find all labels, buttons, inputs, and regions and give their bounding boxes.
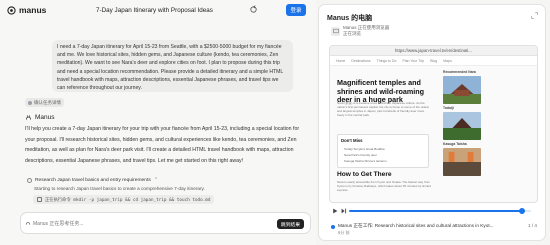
panel-title: Manus 的电脑 (327, 15, 373, 22)
thinking-icon (25, 222, 31, 225)
dont-miss-item: Nara Park's friendly deer (344, 153, 377, 157)
step-detail: Starting to research Japan travel basics… (34, 186, 205, 191)
status-chip: 确认任务详情 (25, 98, 64, 107)
dont-miss-item: Kasuga Taisha Shrine's lanterns (344, 159, 387, 163)
status-dot-icon (28, 100, 32, 105)
panel-task-line2: 正在浏览 (343, 31, 361, 36)
status-age: 6分 前 (338, 230, 350, 235)
computer-panel: Manus 的电脑 Manus 正在使用浏览器 正在浏览 https://www… (318, 4, 546, 241)
manus-logo-icon (7, 5, 16, 15)
site-nav-plan[interactable]: Plan Your Trip (402, 59, 424, 63)
agent-message: I'll help you create a 7-day Japan itine… (25, 126, 300, 164)
lantern-photo-image (443, 148, 481, 176)
step-counter[interactable]: 1 / 4 (528, 223, 537, 228)
logo[interactable]: manus (7, 5, 46, 15)
browser-view[interactable]: https://www.japan-travel.tv/en/destinati… (329, 45, 538, 203)
step-label: Research Japan travel basics and entry r… (35, 177, 151, 183)
progress-fill (349, 210, 522, 212)
sidebar-label: Kasuga Taisha (443, 142, 467, 146)
step-status-icon (27, 177, 32, 183)
progress-slider[interactable] (349, 208, 531, 214)
collapse-icon[interactable] (531, 12, 538, 19)
chevron-up-icon: ⌃ (153, 177, 159, 183)
input-status-text: Manus 正在思考任务... (33, 221, 84, 227)
site-nav-home[interactable]: Home (336, 59, 345, 63)
site-nav-blog[interactable]: Blog (430, 59, 437, 63)
dont-miss-box: Don't Miss Todaiji Temple's Great Buddha… (337, 134, 429, 168)
progress-knob[interactable] (518, 208, 525, 214)
site-nav-things[interactable]: Things to Do (377, 59, 397, 63)
site-nav-maps[interactable]: Maps (443, 59, 452, 63)
skip-icon[interactable] (341, 208, 347, 214)
replay-controls (329, 205, 538, 217)
temple-photo-image (443, 76, 481, 104)
logo-text: manus (19, 5, 47, 15)
browser-icon (331, 26, 340, 36)
play-icon[interactable] (332, 208, 338, 214)
panel-status[interactable]: Manus 正在工作: Research historical sites an… (331, 223, 536, 236)
share-icon[interactable] (249, 5, 258, 14)
status-text: Manus 正在工作: Research historical sites an… (338, 223, 494, 228)
site-nav-destinations[interactable]: Destinations (351, 59, 370, 63)
sidebar-label: Todaiji (443, 106, 454, 110)
dont-miss-title: Don't Miss (341, 138, 363, 143)
agent-name: Manus (35, 114, 55, 121)
skip-to-result-button[interactable]: 跳到结果 (277, 219, 304, 229)
site-body: Nara (奈良) is a treasure trove of ancient… (337, 101, 429, 117)
shrine-photo-image (443, 112, 481, 140)
browser-url-bar: https://www.japan-travel.tv/en/destinati… (330, 46, 537, 56)
app-window: manus 7-Day Japan Itinerary with Proposa… (0, 0, 550, 245)
site-nav: Home Destinations Things to Do Plan Your… (330, 56, 537, 66)
task-step[interactable]: Research Japan travel basics and entry r… (27, 177, 158, 183)
message-input-bar[interactable]: Manus 正在思考任务... 跳到结果 (20, 212, 311, 234)
user-message: I need a 7-day Japan itinerary for April… (52, 40, 293, 92)
command-chip[interactable]: 正在执行命令 mkdir -p japan_trip && cd japan_t… (33, 195, 215, 204)
terminal-icon (37, 197, 42, 202)
how-to-body: Nara is easily accessible from Kyoto and… (337, 180, 431, 192)
dont-miss-item: Todaiji Temple's Great Buddha (344, 147, 385, 151)
conversation-title: 7-Day Japan Itinerary with Proposal Idea… (96, 7, 213, 14)
live-icon (331, 225, 335, 229)
command-text: 正在执行命令 mkdir -p japan_trip && cd japan_t… (45, 197, 211, 203)
sidebar-label: Recommended Nara (443, 70, 476, 74)
how-to-title: How to Get There (337, 171, 392, 178)
status-chip-label: 确认任务详情 (34, 99, 61, 105)
login-button[interactable]: 登录 (286, 4, 306, 16)
chat-pane: manus 7-Day Japan Itinerary with Proposa… (0, 0, 316, 245)
manus-agent-icon (26, 115, 31, 120)
panel-task-info: Manus 正在使用浏览器 正在浏览 (331, 25, 389, 37)
agent-header: Manus (25, 114, 55, 121)
top-bar: manus 7-Day Japan Itinerary with Proposa… (0, 0, 316, 22)
